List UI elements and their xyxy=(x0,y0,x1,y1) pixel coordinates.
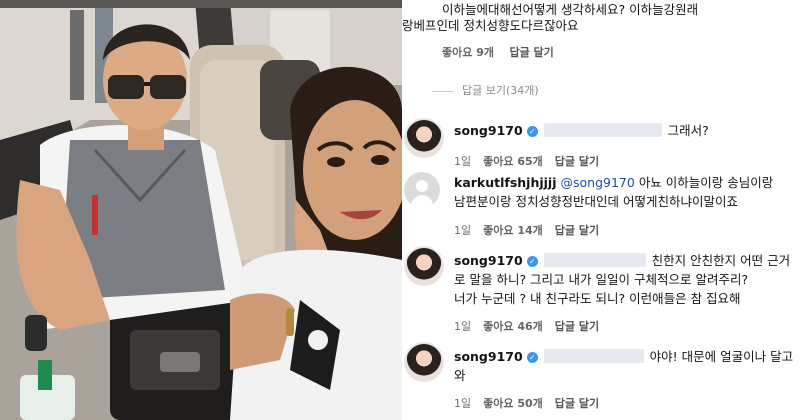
parent-comment-meta: 좋아요 9개 답글 달기 xyxy=(442,44,566,60)
verified-badge-icon: ✓ xyxy=(526,126,538,137)
reply-2-body: karkutlfshjhjjjj @song9170 아뇨 이하늘이랑 송님이랑 xyxy=(454,174,773,191)
default-avatar-icon[interactable] xyxy=(404,172,440,208)
reply-4-text-line-2: 와 xyxy=(454,368,466,383)
reply-3-body-line-2: 로 말을 하니? 그리고 내가 일일이 구체적으로 알려주리? xyxy=(454,271,748,288)
reply-2-mention[interactable]: @song9170 xyxy=(560,175,634,190)
reply-1-reply-button[interactable]: 답글 달기 xyxy=(555,155,599,168)
redacted-mention xyxy=(543,123,662,137)
avatar[interactable] xyxy=(404,342,444,382)
redacted-mention xyxy=(543,253,646,267)
comment-thread: 이하늘에대해선어떻게 생각하세요? 이하늘강원래 랑베프인데 정치성향도다르잖아… xyxy=(402,0,800,420)
reply-3-username[interactable]: song9170 xyxy=(454,253,523,268)
reply-1-body: song9170 ✓ 그래서? xyxy=(454,122,709,139)
parent-comment-line-2: 랑베프인데 정치성향도다르잖아요 xyxy=(402,18,579,33)
reply-4-body-line-2: 와 xyxy=(454,367,466,384)
parent-likes-count[interactable]: 좋아요 9개 xyxy=(442,46,494,59)
reply-2-username[interactable]: karkutlfshjhjjjj xyxy=(454,175,556,190)
reply-1-likes[interactable]: 좋아요 65개 xyxy=(483,155,543,168)
reply-4-reply-button[interactable]: 답글 달기 xyxy=(555,397,599,410)
reply-3-likes[interactable]: 좋아요 46개 xyxy=(483,320,543,333)
reply-1-meta: 1일 좋아요 65개 답글 달기 xyxy=(454,153,611,169)
reply-4-body: song9170 ✓ 야야! 대문에 얼굴이나 달고 xyxy=(454,348,793,365)
reply-2-body-line-2: 남편분이랑 정치성향정반대인데 어떻게친하냐이말이죠 xyxy=(454,193,738,210)
parent-comment-line-1: 이하늘에대해선어떻게 생각하세요? 이하늘강원래 xyxy=(442,2,699,17)
reply-2-meta: 1일 좋아요 14개 답글 달기 xyxy=(454,222,611,238)
reply-3-text-line-1: 친한지 안친한지 어떤 근거 xyxy=(651,253,791,268)
replies-divider xyxy=(432,90,454,92)
reply-3-time: 1일 xyxy=(454,320,472,333)
reply-2-text-line-2: 남편분이랑 정치성향정반대인데 어떻게친하냐이말이죠 xyxy=(454,194,738,209)
view-replies-label: 답글 보기(34개) xyxy=(462,84,539,97)
reply-1-text: 그래서? xyxy=(667,123,709,138)
car-selfie-photo xyxy=(0,0,402,420)
verified-badge-icon: ✓ xyxy=(526,352,538,363)
reply-3-meta: 1일 좋아요 46개 답글 달기 xyxy=(454,318,611,334)
reply-4-meta: 1일 좋아요 50개 답글 달기 xyxy=(454,395,611,411)
reply-1-time: 1일 xyxy=(454,155,472,168)
reply-2-reply-button[interactable]: 답글 달기 xyxy=(555,224,599,237)
avatar[interactable] xyxy=(404,118,444,158)
redacted-mention xyxy=(543,349,644,363)
reply-2-time: 1일 xyxy=(454,224,472,237)
reply-3-body: song9170 ✓ 친한지 안친한지 어떤 근거 xyxy=(454,252,790,269)
reply-3-text-line-3: 너가 누군데 ? 내 친구라도 되니? 이런애들은 참 집요해 xyxy=(454,291,741,306)
view-replies-button[interactable]: 답글 보기(34개) xyxy=(432,82,539,98)
reply-4-username[interactable]: song9170 xyxy=(454,349,523,364)
reply-4-likes[interactable]: 좋아요 50개 xyxy=(483,397,543,410)
avatar[interactable] xyxy=(404,246,444,286)
reply-2-likes[interactable]: 좋아요 14개 xyxy=(483,224,543,237)
reply-3-reply-button[interactable]: 답글 달기 xyxy=(555,320,599,333)
parent-reply-button[interactable]: 답글 달기 xyxy=(509,46,553,59)
reply-3-text-line-2: 로 말을 하니? 그리고 내가 일일이 구체적으로 알려주리? xyxy=(454,272,749,287)
verified-badge-icon: ✓ xyxy=(526,256,538,267)
reply-4-time: 1일 xyxy=(454,397,472,410)
reply-1-username[interactable]: song9170 xyxy=(454,123,523,138)
reply-2-text-line-1: 아뇨 이하늘이랑 송님이랑 xyxy=(638,175,774,190)
reply-4-text-line-1: 야야! 대문에 얼굴이나 달고 xyxy=(649,349,794,364)
reply-3-body-line-3: 너가 누군데 ? 내 친구라도 되니? 이런애들은 참 집요해 xyxy=(454,290,741,307)
